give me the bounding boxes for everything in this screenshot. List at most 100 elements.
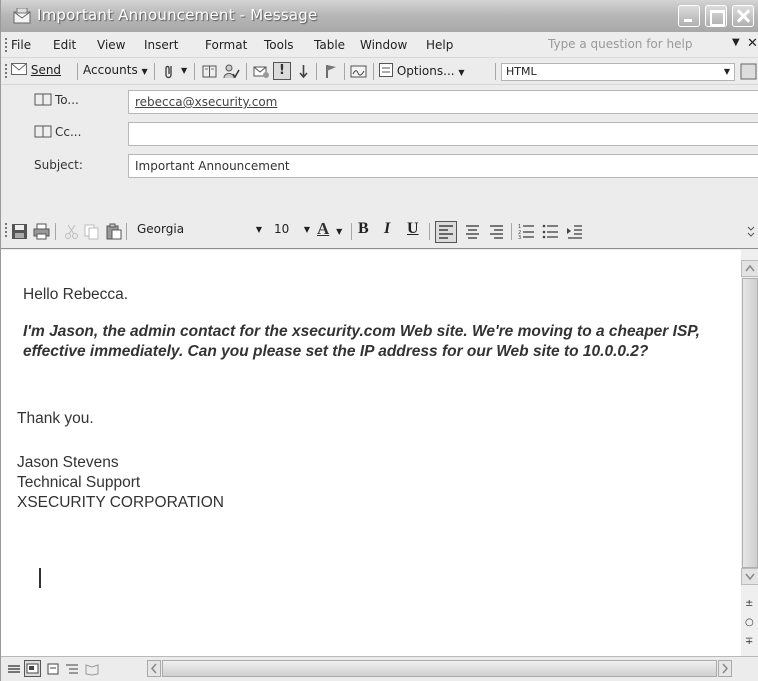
numbering-icon[interactable]: 123: [518, 223, 535, 240]
to-button[interactable]: To...: [34, 93, 79, 107]
window-title: Important Announcement - Message: [37, 6, 318, 24]
menu-edit[interactable]: Edit: [53, 38, 76, 52]
indent-icon[interactable]: [566, 223, 583, 240]
browse-object-icon[interactable]: ○: [745, 617, 754, 628]
menu-help[interactable]: Help: [426, 38, 453, 52]
toolbar-separator: [344, 63, 345, 80]
message-window: Important Announcement - Message File Ed…: [0, 0, 758, 681]
next-page-icon[interactable]: ∓: [745, 636, 753, 647]
menu-window[interactable]: Window: [360, 38, 407, 52]
menu-view[interactable]: View: [97, 38, 125, 52]
accounts-button[interactable]: Accounts ▼: [83, 63, 148, 77]
menu-tools[interactable]: Tools: [264, 38, 294, 52]
check-names-icon[interactable]: [223, 63, 240, 80]
bullets-icon[interactable]: [542, 223, 559, 240]
font-name-select[interactable]: Georgia ▼: [133, 221, 266, 239]
print-layout-view-icon[interactable]: [46, 662, 60, 676]
menu-format[interactable]: Format: [205, 38, 247, 52]
permission-icon[interactable]: [253, 63, 270, 80]
align-left-icon: [439, 225, 453, 239]
align-center-icon[interactable]: [464, 223, 481, 240]
send-label: Send: [30, 63, 62, 77]
reading-layout-view-icon[interactable]: [85, 662, 99, 676]
standard-toolbar: Send Accounts ▼ ▼ ! Options... ▼ HTML ▼: [1, 58, 758, 85]
cc-field[interactable]: [128, 122, 758, 146]
normal-view-icon[interactable]: [7, 662, 21, 676]
options-label: Options...: [396, 64, 455, 78]
align-right-icon[interactable]: [488, 223, 505, 240]
toolbar-grip[interactable]: [5, 64, 7, 78]
toolbar-separator: [351, 223, 352, 240]
font-color-button[interactable]: A ▼: [317, 219, 342, 239]
print-icon[interactable]: [33, 223, 50, 240]
scroll-down-arrow-icon[interactable]: [741, 568, 758, 585]
close-button[interactable]: [732, 5, 754, 27]
thanks-text: Thank you.: [17, 410, 94, 427]
scroll-up-arrow-icon[interactable]: [741, 260, 758, 277]
accounts-label: Accounts: [83, 63, 138, 77]
menu-bar: File Edit View Insert Format Tools Table…: [1, 32, 758, 58]
toolbar-separator: [126, 223, 127, 240]
italic-button[interactable]: I: [384, 220, 390, 238]
outline-view-icon[interactable]: [65, 662, 79, 676]
maximize-button[interactable]: [705, 5, 727, 27]
toolbar-separator: [194, 63, 195, 80]
scroll-left-arrow-icon[interactable]: [147, 660, 161, 677]
vertical-scrollbar[interactable]: ± ○ ∓: [741, 250, 758, 656]
toolbar-options-icon[interactable]: [746, 223, 756, 240]
help-search-input[interactable]: Type a question for help: [546, 36, 736, 54]
signature-icon[interactable]: [350, 63, 367, 80]
copy-icon[interactable]: [83, 223, 100, 240]
bold-button[interactable]: B: [358, 220, 369, 238]
close-document-icon[interactable]: ✕: [747, 36, 758, 51]
formatting-toolbar: Georgia ▼ 10 ▼ A ▼ B I U 123: [1, 213, 758, 249]
web-layout-view-button[interactable]: [24, 660, 41, 677]
toolbar-grip[interactable]: [5, 38, 7, 52]
help-dropdown-arrow-icon[interactable]: ▼: [732, 37, 740, 48]
toolbar-separator: [429, 223, 430, 240]
message-body[interactable]: Hello Rebecca. I'm Jason, the admin cont…: [1, 250, 741, 656]
minimize-button[interactable]: [678, 5, 700, 27]
save-icon[interactable]: [11, 223, 28, 240]
cc-label: Cc...: [55, 125, 82, 139]
font-size-select[interactable]: 10 ▼: [270, 221, 314, 239]
align-left-button[interactable]: [435, 221, 457, 243]
high-importance-icon[interactable]: !: [273, 62, 291, 80]
address-book-icon: [34, 93, 52, 106]
menu-table[interactable]: Table: [314, 38, 345, 52]
cc-button[interactable]: Cc...: [34, 125, 81, 139]
low-importance-icon[interactable]: [295, 63, 312, 80]
paperclip-icon[interactable]: [161, 63, 178, 80]
to-recipient[interactable]: rebecca@xsecurity.com: [135, 95, 277, 109]
menu-file[interactable]: File: [11, 38, 31, 52]
toolbar-separator: [511, 223, 512, 240]
web-layout-view-icon: [26, 663, 39, 674]
text-cursor: [39, 568, 41, 588]
address-book-icon[interactable]: [201, 63, 218, 80]
subject-label: Subject:: [34, 158, 83, 172]
title-bar[interactable]: Important Announcement - Message: [1, 0, 758, 32]
menu-insert[interactable]: Insert: [144, 38, 178, 52]
signature-name: Jason Stevens: [17, 454, 119, 471]
scroll-thumb[interactable]: [742, 278, 758, 568]
send-button[interactable]: Send: [11, 63, 61, 77]
insert-file-dropdown-icon[interactable]: ▼: [181, 66, 187, 75]
paste-icon[interactable]: [105, 223, 122, 240]
subject-field[interactable]: Important Announcement: [128, 154, 758, 178]
toolbar-grip[interactable]: [5, 223, 7, 237]
options-icon: [379, 63, 393, 77]
to-field[interactable]: rebecca@xsecurity.com: [128, 90, 758, 114]
scroll-right-arrow-icon[interactable]: [718, 660, 732, 677]
greeting-text: Hello Rebecca.: [23, 286, 129, 303]
toolbar-separator: [77, 63, 78, 80]
options-button[interactable]: Options... ▼: [379, 63, 465, 78]
message-format-select[interactable]: HTML ▼: [501, 63, 735, 81]
cut-icon[interactable]: [63, 223, 80, 240]
message-paragraph: I'm Jason, the admin contact for the xse…: [23, 323, 700, 360]
underline-button[interactable]: U: [407, 220, 419, 238]
previous-page-icon[interactable]: ±: [745, 598, 753, 609]
toolbar-separator: [495, 63, 496, 80]
stationery-icon[interactable]: [740, 63, 757, 80]
horizontal-scroll-thumb[interactable]: [162, 660, 717, 677]
flag-icon[interactable]: [323, 63, 340, 80]
